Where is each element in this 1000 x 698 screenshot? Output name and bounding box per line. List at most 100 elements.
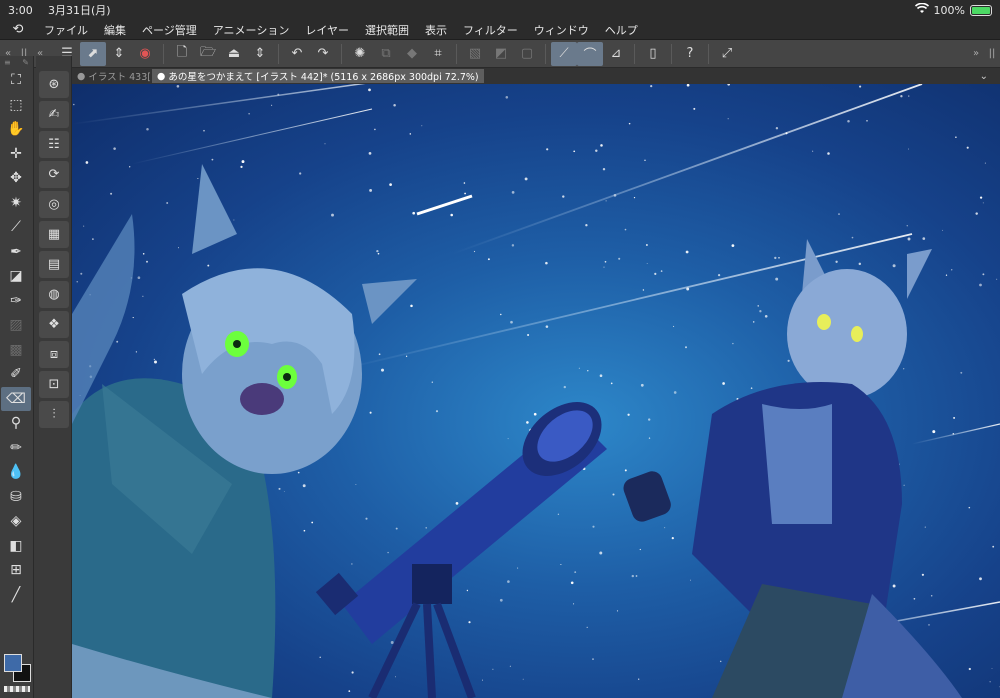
divider [634,43,635,64]
main-color[interactable] [4,654,22,672]
pen-tool-icon[interactable]: ✏ [1,436,31,461]
divider [456,43,457,64]
tab-illust-433[interactable]: ● イラスト 433[ [72,69,152,84]
color-wheel-icon[interactable]: ◎ [39,191,69,218]
up-down-arrow-icon[interactable]: ⇕ [106,42,132,66]
hand-icon[interactable]: ✋ [1,117,31,142]
record-icon[interactable]: ◉ [132,42,158,66]
panel-grip-icon[interactable]: || [984,48,1000,59]
menu-animation[interactable]: アニメーション [205,22,298,38]
invert-icon[interactable]: ◩ [488,42,514,66]
ink-icon[interactable]: ✑ [1,289,31,314]
snap-grid-icon[interactable]: ⊿ [603,42,629,66]
move-layer-icon[interactable]: ⛶ [1,68,31,93]
menu-window[interactable]: ウィンドウ [526,22,597,38]
pen-icon[interactable]: ✒ [1,240,31,265]
navigator-icon[interactable]: ⊛ [39,71,69,98]
menu-filter[interactable]: フィルター [455,22,526,38]
transform-move-icon[interactable]: ✥ [1,166,31,191]
divider [278,43,279,64]
line-icon[interactable]: ╱ [1,583,31,608]
tab-illust-442[interactable]: ● あの星をつかまえて [イラスト 442]* (5116 x 2686px 3… [152,69,484,83]
help-icon[interactable]: ? [677,42,703,66]
status-bar: 3:00 3月31日(月) 100% [0,0,1000,20]
text-bucket-icon[interactable]: ⛁ [1,485,31,510]
up-down-arrow-icon[interactable]: ⇕ [247,42,273,66]
color-swatch[interactable] [4,654,32,682]
open-folder-icon[interactable]: 🗁 [195,42,221,66]
selection-icon[interactable]: ⬚ [1,93,31,118]
new-file-icon[interactable]: 🗋 [169,42,195,66]
zoom-icon[interactable]: ⚲ [1,411,31,436]
deselect-icon[interactable]: ▢ [514,42,540,66]
menu-layer[interactable]: レイヤー [297,22,357,38]
tablet-icon[interactable]: ▯ [640,42,666,66]
tab-close-icon[interactable]: ● [77,71,88,82]
adjust-icon[interactable]: ⫶ [39,401,69,428]
magic-wand-icon[interactable]: ✷ [1,191,31,216]
collapse-right-icon[interactable]: » [968,48,984,59]
menu-selection[interactable]: 選択範囲 [357,22,417,38]
divider [341,43,342,64]
redo-icon[interactable]: ↷ [310,42,336,66]
color-history-icon[interactable]: ◍ [39,281,69,308]
eraser-icon[interactable]: ⌫ [1,386,31,411]
battery-icon [970,4,992,16]
fill-bucket-icon[interactable]: ◈ [1,509,31,534]
crosshair-icon[interactable]: ✛ [1,142,31,167]
document-tabs: ● イラスト 433[ ● あの星をつかまえて [イラスト 442]* (511… [72,68,1000,84]
transparent-color[interactable] [4,686,30,692]
clock: 3:00 [8,3,33,17]
airbrush-icon[interactable]: ▨ [1,313,31,338]
intermediate-color-icon[interactable]: ▤ [39,251,69,278]
loading-icon[interactable]: ✺ [347,42,373,66]
snap-special-icon[interactable]: ⌒ [577,41,603,66]
panel-menu-icon[interactable]: ≡ [4,58,11,67]
fill-icon[interactable]: ◆ [399,42,425,66]
color-blend-icon[interactable]: ◪ [1,264,31,289]
wifi-icon [914,2,929,17]
chevron-down-icon[interactable]: ⌄ [980,71,988,82]
artwork [72,84,1000,698]
frame-icon[interactable]: ⊞ [1,558,31,583]
command-bar: « || « ☰ ⬈ ⇕ ◉ 🗋 🗁 ⏏ ⇕ ↶ ↷ ✺ ⧉ ◆ ⌗ ▧ ◩ ▢… [0,40,1000,68]
divider [708,43,709,64]
pencil-icon[interactable]: ✐ [1,362,31,387]
save-icon[interactable]: ⏏ [221,42,247,66]
material-icon[interactable]: ⊡ [39,371,69,398]
menu-view[interactable]: 表示 [417,22,455,38]
sub-tool-pen-icon[interactable]: ✍ [39,101,69,128]
drawing-canvas[interactable] [72,84,1000,698]
date: 3月31日(月) [48,4,111,17]
menu-file[interactable]: ファイル [36,22,96,38]
menu-edit[interactable]: 編集 [96,22,134,38]
menu-help[interactable]: ヘルプ [597,22,646,38]
clear-icon[interactable]: ▧ [462,42,488,66]
divider [671,43,672,64]
brush-mini-icon: ✎ [22,57,29,67]
tool-palette: ≡ ✎ ⛶ ⬚ ✋ ✛ ✥ ✷ ⟋ ✒ ◪ ✑ ▨ ▩ ✐ ⌫ ⚲ ✏ 💧 ⛁ … [0,56,34,698]
snap-ruler-icon[interactable]: ⟋ [551,41,577,66]
layer-icon[interactable]: ❖ [39,311,69,338]
layer-property-icon[interactable]: ⧈ [39,341,69,368]
gradient-square-icon[interactable]: ◧ [1,534,31,559]
transform-icon[interactable]: ⧉ [373,42,399,66]
menu-page[interactable]: ページ管理 [134,22,205,38]
brush-settings-icon[interactable]: ⬈ [80,41,106,66]
menu-bar: ⟲ ファイル 編集 ページ管理 アニメーション レイヤー 選択範囲 表示 フィル… [0,20,1000,40]
tool-property-icon[interactable]: ☷ [39,131,69,158]
blend-drops-icon[interactable]: 💧 [1,460,31,485]
tab-close-icon[interactable]: ● [157,71,168,82]
crop-icon[interactable]: ⌗ [425,42,451,66]
tab-label: イラスト 433[ [88,72,151,83]
fullscreen-icon[interactable]: ⤢ [714,42,740,66]
brush-size-icon[interactable]: ⟳ [39,161,69,188]
gradient-icon[interactable]: ▩ [1,338,31,363]
tab-label: あの星をつかまえて [イラスト 442]* (5116 x 2686px 300… [168,72,479,83]
right-character [623,239,962,698]
eyedropper-icon[interactable]: ⟋ [1,215,31,240]
battery-fill [972,6,990,14]
undo-icon[interactable]: ↶ [284,42,310,66]
clip-studio-icon[interactable]: ⟲ [0,22,36,37]
color-set-icon[interactable]: ▦ [39,221,69,248]
